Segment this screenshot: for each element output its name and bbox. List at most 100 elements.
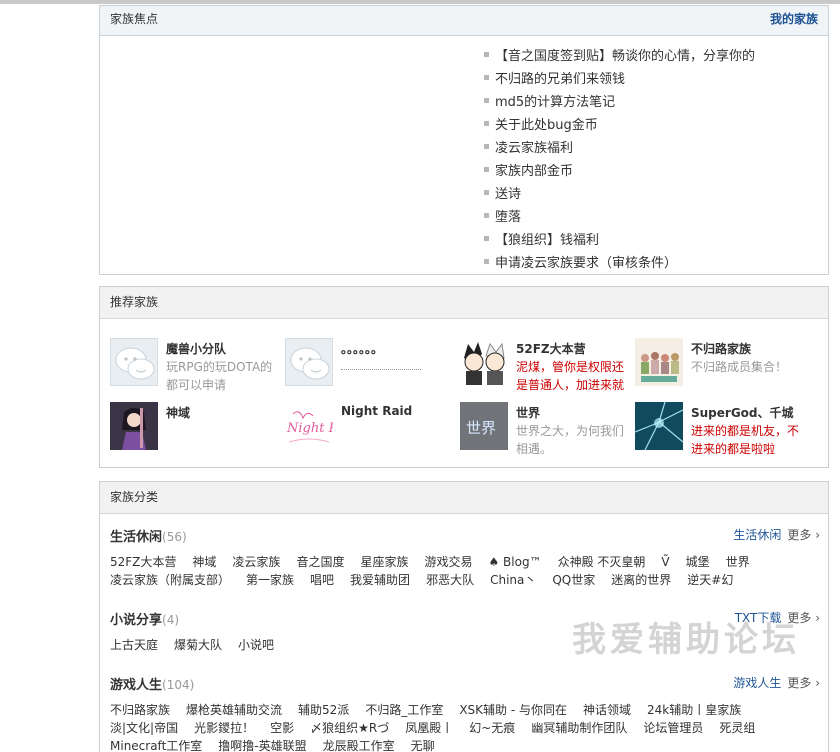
family-link[interactable]: 星座家族	[360, 555, 408, 569]
family-link[interactable]: 爆菊大队	[174, 638, 222, 652]
family-link[interactable]: 我爱辅助团	[350, 573, 410, 587]
family-link[interactable]: 凌云家族（附属支部）	[110, 573, 230, 587]
family-link[interactable]: 辅助52派	[298, 703, 349, 717]
character-avatar-icon[interactable]	[110, 402, 158, 450]
family-card[interactable]: Night Raid Night Raid	[285, 402, 460, 452]
family-name[interactable]: 不归路家族	[691, 340, 751, 357]
more-link[interactable]: 更多 ›	[787, 528, 820, 542]
family-focus-panel: 家族焦点 我的家族 【音之国度签到贴】畅谈你的心情，分享你的 不归路的兄弟们来领…	[99, 5, 829, 275]
more-link[interactable]: 更多 ›	[787, 676, 820, 690]
bullet-icon	[484, 167, 489, 172]
category-header: 家族分类	[100, 482, 828, 514]
family-link[interactable]: 逆天#幻	[687, 573, 733, 587]
chat-bubble-icon[interactable]	[110, 338, 158, 386]
family-link[interactable]: 淡|文化|帝国	[110, 721, 178, 735]
family-link[interactable]: 死灵组	[719, 721, 755, 735]
sub-category-link[interactable]: 生活休闲	[733, 528, 781, 542]
group-photo-icon[interactable]	[635, 338, 683, 386]
bullet-icon	[484, 213, 489, 218]
family-desc: 泥煤，管你是权限还是普通人，加进来就	[516, 360, 625, 392]
family-card[interactable]: 不归路家族 不归路成员集合！	[635, 338, 810, 388]
family-link[interactable]: 不归路家族	[110, 703, 170, 717]
family-link[interactable]: ♠ Blog™	[488, 555, 541, 569]
crystal-avatar-icon[interactable]	[635, 402, 683, 450]
family-link[interactable]: 神话领域	[583, 703, 631, 717]
family-card[interactable]: 世界 世界 世界之大，为何我们相遇。	[460, 402, 635, 456]
world-logo[interactable]: 世界	[460, 402, 508, 450]
family-link[interactable]: QQ世家	[552, 573, 595, 587]
chat-bubble-icon[interactable]	[285, 338, 333, 386]
family-link[interactable]: 迷离的世界	[611, 573, 671, 587]
family-card[interactable]: 。。。。。。	[285, 338, 460, 388]
family-link[interactable]: 空影	[270, 721, 294, 735]
family-link[interactable]: 第一家族	[246, 573, 294, 587]
anime-avatar-icon[interactable]	[460, 338, 508, 386]
focus-item[interactable]: 凌云家族福利	[484, 140, 755, 163]
focus-item[interactable]: 不归路的兄弟们来领钱	[484, 71, 755, 94]
family-link[interactable]: 撸啊撸-英雄联盟	[218, 739, 306, 752]
focus-item[interactable]: 送诗	[484, 186, 755, 209]
family-link[interactable]: 论坛管理员	[643, 721, 703, 735]
family-link[interactable]: 爆枪英雄辅助交流	[186, 703, 282, 717]
family-link[interactable]: 光影鑁拉！	[194, 721, 254, 735]
family-card[interactable]: 52FZ大本营 泥煤，管你是权限还是普通人，加进来就	[460, 338, 635, 392]
family-link[interactable]: 神域	[192, 555, 216, 569]
focus-item[interactable]: 【狼组织】钱福利	[484, 232, 755, 255]
family-name[interactable]: Night Raid	[341, 404, 412, 418]
family-link[interactable]: 龙辰殿工作室	[323, 739, 395, 752]
focus-item[interactable]: md5的计算方法笔记	[484, 94, 755, 117]
family-name[interactable]: 魔兽小分队	[166, 340, 226, 357]
family-name[interactable]: 52FZ大本营	[516, 340, 586, 357]
family-name[interactable]: SuperGod、千城	[691, 404, 794, 421]
category-count: (56)	[162, 530, 187, 544]
family-link[interactable]: 邪恶大队	[426, 573, 474, 587]
focus-item[interactable]: 家族内部金币	[484, 163, 755, 186]
category-more[interactable]: 游戏人生 更多 ›	[733, 674, 820, 691]
bullet-icon	[484, 121, 489, 126]
family-name[interactable]: 。。。。。。	[341, 340, 383, 357]
bullet-icon	[484, 190, 489, 195]
focus-item[interactable]: 【音之国度签到贴】畅谈你的心情，分享你的	[484, 48, 755, 71]
family-link[interactable]: 凤凰殿丨	[405, 721, 453, 735]
family-link[interactable]: China丶	[490, 573, 536, 587]
family-link[interactable]: 游戏交易	[424, 555, 472, 569]
svg-text:世界: 世界	[466, 419, 496, 437]
category-name[interactable]: 游戏人生 (104)	[110, 674, 820, 693]
family-link[interactable]: 上古天庭	[110, 638, 158, 652]
family-card[interactable]: SuperGod、千城 进来的都是机友，不进来的都是啦啦	[635, 402, 810, 456]
family-link[interactable]: 幻~无痕	[469, 721, 515, 735]
bullet-icon	[484, 75, 489, 80]
family-link[interactable]: 幽冥辅助制作团队	[531, 721, 627, 735]
family-name[interactable]: 世界	[516, 404, 540, 421]
my-family-link[interactable]: 我的家族	[770, 6, 818, 33]
focus-item[interactable]: 堕落	[484, 209, 755, 232]
family-card[interactable]: 神域	[110, 402, 285, 452]
family-link[interactable]: XSK辅助 - 与你同在	[459, 703, 567, 717]
focus-item[interactable]: 申请凌云家族要求（审核条件）	[484, 255, 755, 274]
family-link[interactable]: Minecraft工作室	[110, 739, 202, 752]
category-name[interactable]: 生活休闲 (56)	[110, 526, 820, 545]
bullet-icon	[484, 144, 489, 149]
family-card[interactable]: 魔兽小分队 玩RPG的玩DOTA的都可以申请	[110, 338, 285, 392]
family-link[interactable]: 24k辅助丨皇家族	[647, 703, 741, 717]
category-more[interactable]: 生活休闲 更多 ›	[733, 526, 820, 543]
bullet-icon	[484, 98, 489, 103]
family-link[interactable]: 城堡	[686, 555, 710, 569]
night-raid-logo[interactable]: Night Raid	[285, 402, 333, 450]
family-link[interactable]: 世界	[726, 555, 750, 569]
family-link[interactable]: 不归路_工作室	[365, 703, 443, 717]
family-link[interactable]: Ṽ	[661, 555, 669, 569]
family-link[interactable]: 无聊	[411, 739, 435, 752]
family-link[interactable]: 凌云家族	[232, 555, 280, 569]
family-link[interactable]: 众神殿 不灭皇朝	[558, 555, 646, 569]
family-link[interactable]: 音之国度	[296, 555, 344, 569]
family-name[interactable]: 神域	[166, 404, 190, 421]
family-focus-header: 家族焦点 我的家族	[100, 6, 828, 36]
family-link[interactable]: 唱吧	[310, 573, 334, 587]
family-link[interactable]: 〆狼组织★Rづ	[310, 721, 389, 735]
family-link[interactable]: 52FZ大本营	[110, 555, 176, 569]
bullet-icon	[484, 259, 489, 264]
family-link[interactable]: 小说吧	[238, 638, 274, 652]
sub-category-link[interactable]: 游戏人生	[733, 676, 781, 690]
focus-item[interactable]: 关于此处bug金币	[484, 117, 755, 140]
